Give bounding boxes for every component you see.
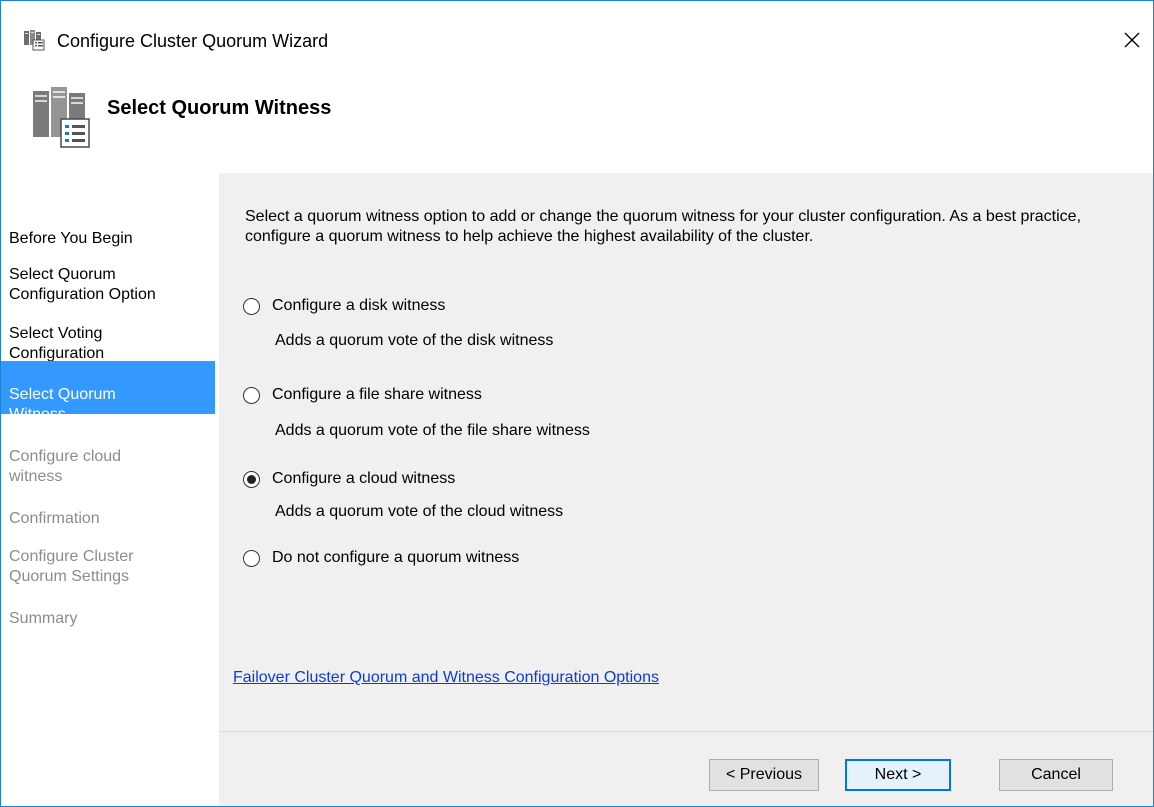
page-title: Select Quorum Witness xyxy=(107,97,332,119)
step-summary: Summary xyxy=(1,589,215,627)
title-bar: Configure Cluster Quorum Wizard xyxy=(1,1,1153,55)
window-title: Configure Cluster Quorum Wizard xyxy=(57,31,329,51)
option-no-witness[interactable]: Do not configure a quorum witness xyxy=(243,549,519,567)
step-before-you-begin: Before You Begin xyxy=(1,209,215,247)
page-description: Select a quorum witness option to add or… xyxy=(245,208,1082,245)
close-icon xyxy=(1124,32,1140,48)
cluster-servers-icon xyxy=(31,85,93,149)
wizard-content: Select a quorum witness option to add or… xyxy=(219,173,1153,806)
step-label: Summary xyxy=(9,610,78,627)
radio-button[interactable] xyxy=(243,549,260,567)
option-description: Adds a quorum vote of the cloud witness xyxy=(275,503,564,520)
option-description: Adds a quorum vote of the file share wit… xyxy=(275,422,590,439)
radio-button[interactable] xyxy=(243,386,260,404)
radio-button-selected[interactable] xyxy=(243,470,260,488)
option-file-share-witness[interactable]: Configure a file share witness xyxy=(243,386,482,404)
step-select-quorum-configuration-option: Select Quorum Configuration Option xyxy=(1,245,215,303)
next-button[interactable]: Next > xyxy=(845,759,951,791)
step-label: Configure Cluster Quorum Settings xyxy=(9,548,134,585)
cluster-app-icon xyxy=(23,29,45,51)
step-select-voting-configuration: Select Voting Configuration xyxy=(1,304,215,362)
step-configure-cloud-witness: Configure cloud witness xyxy=(1,427,215,485)
radio-button[interactable] xyxy=(243,297,260,315)
option-label: Configure a file share witness xyxy=(272,386,482,403)
option-cloud-witness[interactable]: Configure a cloud witness xyxy=(243,470,455,488)
option-label: Configure a cloud witness xyxy=(272,470,456,487)
option-label: Do not configure a quorum witness xyxy=(272,549,520,566)
wizard-header: Select Quorum Witness xyxy=(1,55,1153,173)
wizard-window: Configure Cluster Quorum Wizard Select Q… xyxy=(0,0,1154,807)
footer-divider xyxy=(219,731,1153,732)
step-label: Confirmation xyxy=(9,510,100,527)
radio-dot xyxy=(247,474,256,484)
close-button[interactable] xyxy=(1117,25,1147,55)
step-confirmation: Confirmation xyxy=(1,489,215,527)
help-link[interactable]: Failover Cluster Quorum and Witness Conf… xyxy=(233,669,659,687)
step-label: Select Quorum Configuration Option xyxy=(9,266,156,303)
step-select-quorum-witness: Select Quorum Witness xyxy=(1,361,215,423)
cancel-button[interactable]: Cancel xyxy=(999,759,1113,791)
step-label: Select Voting Configuration xyxy=(9,325,105,362)
option-description: Adds a quorum vote of the disk witness xyxy=(275,332,554,349)
wizard-steps-sidebar: Before You Begin Select Quorum Configura… xyxy=(1,173,215,806)
step-label: Configure cloud witness xyxy=(9,448,122,485)
option-label: Configure a disk witness xyxy=(272,297,446,314)
step-label: Select Quorum Witness xyxy=(9,386,116,423)
step-configure-cluster-quorum-settings: Configure Cluster Quorum Settings xyxy=(1,527,215,585)
previous-button[interactable]: < Previous xyxy=(709,759,819,791)
option-disk-witness[interactable]: Configure a disk witness xyxy=(243,297,445,315)
